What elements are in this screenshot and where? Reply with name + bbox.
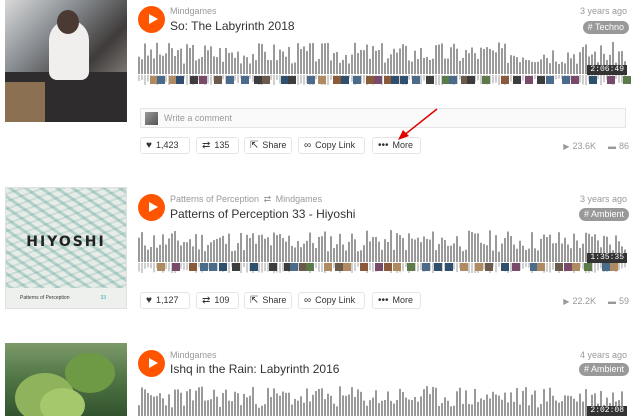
repost-button-2[interactable]: ⇄ 109: [196, 292, 239, 309]
comment-avatars-2[interactable]: [138, 263, 627, 272]
comment-avatars-1[interactable]: [138, 76, 631, 85]
track-title-1[interactable]: So: The Labyrinth 2018: [170, 19, 295, 33]
track-artwork-2[interactable]: HIYOSHI Patterns of Perception 33: [5, 187, 127, 309]
track-stats-2: ▶ 22.2K ▬ 59: [563, 296, 629, 306]
share-button-2[interactable]: ⇱ Share: [244, 292, 292, 309]
share-icon: ⇱: [250, 140, 259, 151]
genre-tag-1[interactable]: # Techno: [582, 21, 629, 34]
ellipsis-icon: •••: [378, 140, 389, 151]
more-button-1[interactable]: ••• More: [372, 137, 421, 154]
comment-icon: ▬: [607, 142, 616, 151]
waveform-2[interactable]: 1:35:35: [138, 228, 627, 273]
more-button-2[interactable]: ••• More: [372, 292, 421, 309]
comment-input[interactable]: Write a comment: [140, 108, 626, 128]
link-icon: ∞: [304, 295, 312, 306]
like-button-1[interactable]: ♥ 1,423: [140, 137, 190, 154]
share-icon: ⇱: [250, 295, 259, 306]
track-age-3: 4 years ago: [579, 350, 627, 360]
track-age-1: 3 years ago: [579, 6, 627, 16]
track-duration-2: 1:35:35: [587, 253, 627, 263]
ellipsis-icon: •••: [378, 295, 389, 306]
track-age-2: 3 years ago: [579, 194, 627, 204]
heart-icon: ♥: [146, 140, 152, 151]
link-icon: ∞: [304, 140, 312, 151]
artwork-footer: Patterns of Perception 33: [6, 288, 126, 308]
play-button-3[interactable]: [138, 350, 165, 377]
track-artist-3[interactable]: Mindgames: [170, 350, 217, 360]
repost-icon: ⇄: [202, 295, 211, 306]
track-artist-1[interactable]: Mindgames: [170, 6, 217, 16]
track-artist-2[interactable]: Patterns of Perception ⇄ Mindgames: [170, 194, 322, 205]
like-button-2[interactable]: ♥ 1,127: [140, 292, 190, 309]
track-duration-1: 2:06:49: [587, 65, 627, 75]
waveform-1[interactable]: 2:06:49: [138, 40, 631, 85]
play-button-2[interactable]: [138, 194, 165, 221]
play-count-icon: ▶: [563, 142, 570, 151]
copy-link-button-2[interactable]: ∞ Copy Link: [298, 292, 365, 309]
play-count-icon: ▶: [563, 297, 570, 306]
copy-link-button-1[interactable]: ∞ Copy Link: [298, 137, 365, 154]
track-title-2[interactable]: Patterns of Perception 33 - Hiyoshi: [170, 207, 355, 221]
repost-icon: ⇄: [261, 194, 274, 204]
share-button-1[interactable]: ⇱ Share: [244, 137, 292, 154]
repost-button-1[interactable]: ⇄ 135: [196, 137, 239, 154]
genre-tag-2[interactable]: # Ambient: [578, 208, 629, 221]
user-avatar: [145, 112, 158, 125]
artwork-title: HIYOSHI: [26, 234, 106, 250]
repost-icon: ⇄: [202, 140, 211, 151]
heart-icon: ♥: [146, 295, 152, 306]
genre-tag-3[interactable]: # Ambient: [578, 363, 629, 376]
play-button-1[interactable]: [138, 6, 165, 33]
track-artwork-3[interactable]: [5, 343, 127, 416]
comment-icon: ▬: [607, 297, 616, 306]
waveform-3[interactable]: 2:02:08: [138, 384, 627, 416]
track-duration-3: 2:02:08: [587, 406, 627, 416]
track-title-3[interactable]: Ishq in the Rain: Labyrinth 2016: [170, 362, 339, 376]
comment-placeholder: Write a comment: [164, 113, 232, 123]
track-stats-1: ▶ 23.6K ▬ 86: [563, 141, 629, 151]
track-artwork-1[interactable]: [5, 0, 127, 122]
